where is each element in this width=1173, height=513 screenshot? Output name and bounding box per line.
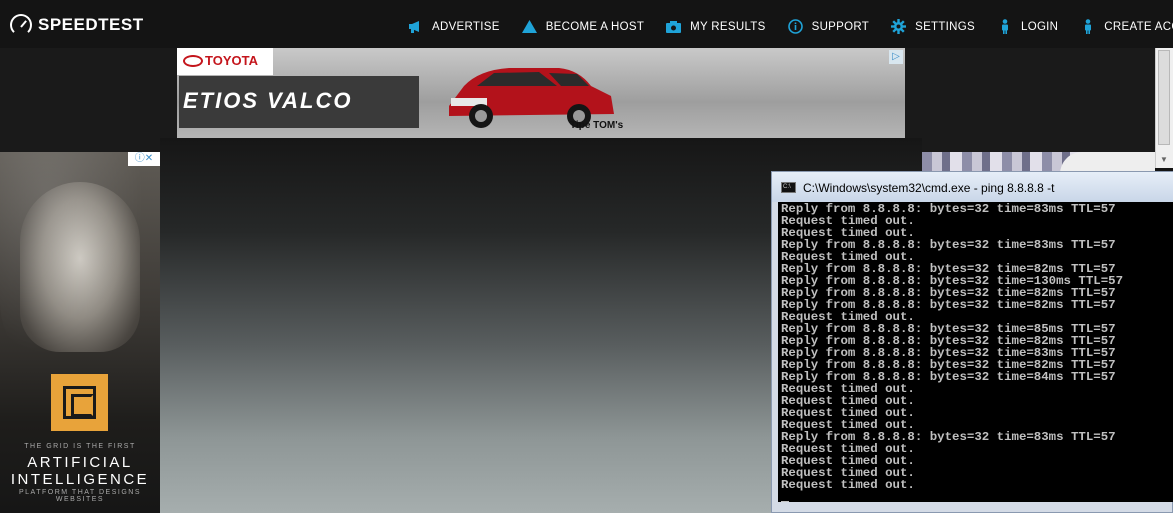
text-cursor — [781, 501, 789, 502]
brand-name: SPEEDTEST — [38, 15, 144, 34]
nav-label: CREATE ACCOUNT — [1104, 20, 1173, 33]
banner-ad[interactable]: TOYOTA ETIOS VALCO Tipe TOM's ▷ — [177, 48, 905, 138]
host-triangle-icon — [521, 19, 537, 34]
cmd-output[interactable]: Reply from 8.8.8.8: bytes=32 time=83ms T… — [778, 202, 1173, 502]
scrollbar-thumb[interactable] — [1158, 50, 1170, 145]
ad-headline-2: INTELLIGENCE — [10, 471, 150, 488]
toyota-logo: TOYOTA — [177, 48, 273, 75]
main-nav: ADVERTISE BECOME A HOST MY RESULTS SUPPO… — [408, 19, 1173, 34]
top-navbar: SPEEDTEST ADVERTISE BECOME A HOST MY RES… — [0, 0, 1173, 48]
info-icon — [787, 19, 803, 34]
gear-icon — [891, 19, 907, 34]
speedtest-logo[interactable]: SPEEDTEST — [10, 14, 144, 36]
nav-create-account[interactable]: CREATE ACCOUNT — [1080, 19, 1173, 34]
person-add-icon — [1080, 19, 1095, 34]
megaphone-icon — [408, 19, 423, 34]
nav-label: SUPPORT — [811, 20, 870, 33]
cmd-titlebar[interactable]: C:\ C:\Windows\system32\cmd.exe - ping 8… — [772, 172, 1173, 202]
ad-brand: TOYOTA — [205, 53, 258, 68]
nav-my-results[interactable]: MY RESULTS — [666, 19, 765, 34]
nav-support[interactable]: SUPPORT — [787, 19, 870, 34]
ad-helmet-overlay — [0, 152, 160, 382]
cmd-cursor-line — [781, 491, 1173, 502]
ad-model: ETIOS VALCO — [183, 88, 353, 113]
nav-label: LOGIN — [1021, 20, 1059, 33]
nav-login[interactable]: LOGIN — [997, 19, 1058, 34]
grid-logo-icon — [51, 374, 108, 431]
cmd-title: C:\Windows\system32\cmd.exe - ping 8.8.8… — [803, 181, 1055, 195]
ad-tag: Tipe TOM's — [570, 120, 624, 131]
nav-label: ADVERTISE — [432, 20, 500, 33]
speedometer-icon — [10, 14, 32, 36]
nav-label: MY RESULTS — [690, 20, 766, 33]
ad-headline-1: ARTIFICIAL — [27, 454, 133, 471]
nav-label: BECOME A HOST — [545, 20, 645, 33]
nav-label: SETTINGS — [915, 20, 975, 33]
adchoices-icon[interactable]: ▷ — [889, 50, 903, 64]
toyota-emblem-icon — [183, 55, 203, 67]
cmd-icon: C:\ — [781, 182, 796, 193]
adchoices-icon[interactable]: ⓘ✕ — [128, 152, 160, 166]
cmd-window[interactable]: C:\ C:\Windows\system32\cmd.exe - ping 8… — [771, 171, 1173, 513]
person-icon — [997, 19, 1012, 34]
nav-advertise[interactable]: ADVERTISE — [408, 19, 500, 34]
right-background — [905, 48, 1173, 152]
left-background — [0, 48, 177, 152]
nav-become-a-host[interactable]: BECOME A HOST — [521, 19, 645, 34]
cmd-line: Request timed out. — [781, 478, 915, 492]
nav-settings[interactable]: SETTINGS — [891, 19, 975, 34]
left-side-ad[interactable]: ⓘ✕ THE GRID IS THE FIRST ARTIFICIAL INTE… — [0, 152, 160, 513]
scroll-down-arrow-icon[interactable]: ▼ — [1160, 155, 1168, 164]
ad-tagline: THE GRID IS THE FIRST — [24, 443, 136, 450]
camera-results-icon — [666, 19, 682, 34]
ad-subline: PLATFORM THAT DESIGNS WEBSITES — [19, 489, 141, 503]
ad-model-panel: ETIOS VALCO — [179, 76, 419, 128]
